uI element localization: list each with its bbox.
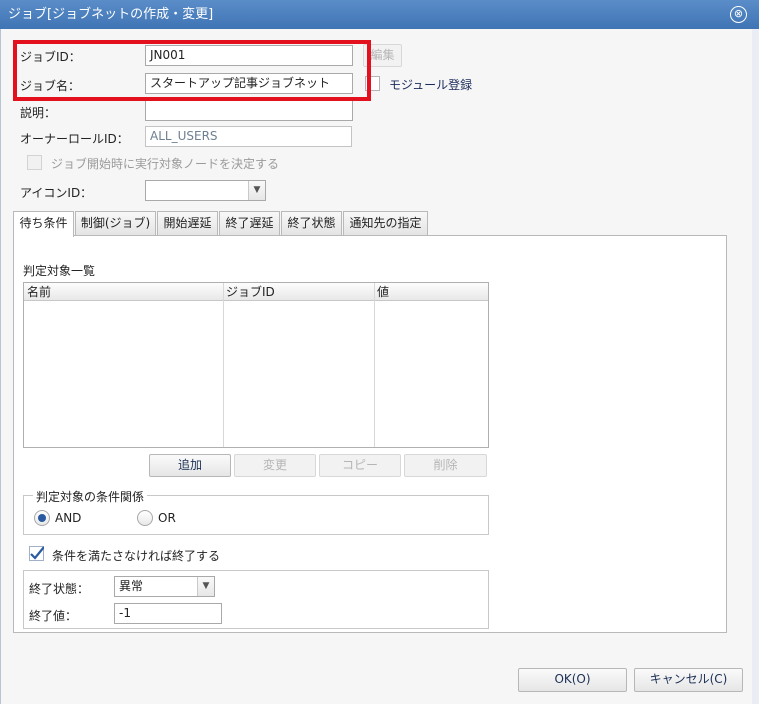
- column-divider: [223, 283, 224, 447]
- dialog-titlebar: ジョブ[ジョブネットの作成・変更] ⊗: [0, 0, 759, 29]
- window-edge: [752, 29, 759, 704]
- end-if-unmet-label: 条件を満たさなければ終了する: [52, 549, 221, 563]
- owner-role-field[interactable]: ALL_USERS: [145, 126, 352, 147]
- owner-role-label: オーナーロールID：: [20, 132, 129, 146]
- end-status-value: 異常: [119, 579, 144, 593]
- radio-or-label: OR: [158, 511, 176, 525]
- highlight-box: [13, 40, 371, 101]
- end-value-field[interactable]: -1: [114, 603, 222, 624]
- tab-end-status[interactable]: 終了状態: [281, 211, 342, 236]
- condition-table[interactable]: 名前 ジョブID 値: [23, 282, 489, 448]
- decide-node-checkbox[interactable]: [27, 155, 42, 170]
- end-status-label: 終了状態：: [29, 582, 90, 596]
- relation-legend: 判定対象の条件関係: [33, 488, 148, 505]
- table-header: 名前 ジョブID 値: [24, 283, 488, 301]
- module-register-label: モジュール登録: [389, 78, 473, 92]
- column-header-name[interactable]: 名前: [24, 283, 223, 301]
- tab-notification[interactable]: 通知先の指定: [343, 211, 428, 236]
- chevron-down-icon: ▼: [248, 181, 265, 200]
- delete-button[interactable]: 削除: [404, 454, 487, 477]
- column-header-value[interactable]: 値: [374, 283, 488, 301]
- radio-and[interactable]: [34, 510, 50, 526]
- description-label: 説明：: [20, 106, 57, 120]
- chevron-down-icon: ▼: [197, 577, 214, 596]
- tab-end-delay[interactable]: 終了遅延: [219, 211, 280, 236]
- cancel-button[interactable]: キャンセル(C): [634, 668, 743, 692]
- close-icon[interactable]: ⊗: [730, 6, 747, 23]
- checkmark-icon: [30, 546, 44, 560]
- end-status-select[interactable]: 異常 ▼: [114, 576, 215, 597]
- column-header-job-id[interactable]: ジョブID: [223, 283, 374, 301]
- copy-button[interactable]: コピー: [319, 454, 401, 477]
- description-field[interactable]: [145, 100, 353, 121]
- end-if-unmet-checkbox[interactable]: [29, 546, 44, 561]
- decide-node-label: ジョブ開始時に実行対象ノードを決定する: [51, 157, 280, 171]
- radio-and-label: AND: [55, 511, 82, 525]
- end-status-group: [23, 570, 489, 629]
- radio-or[interactable]: [137, 510, 153, 526]
- end-value-label: 終了値：: [29, 609, 78, 623]
- column-divider: [374, 283, 375, 447]
- dialog-title: ジョブ[ジョブネットの作成・変更]: [8, 7, 214, 22]
- icon-id-select[interactable]: ▼: [145, 180, 266, 201]
- tab-start-delay[interactable]: 開始遅延: [157, 211, 218, 236]
- modify-button[interactable]: 変更: [234, 454, 316, 477]
- add-button[interactable]: 追加: [149, 454, 231, 477]
- ok-button[interactable]: OK(O): [518, 668, 627, 692]
- tab-wait-condition[interactable]: 待ち条件: [13, 211, 74, 237]
- list-title: 判定対象一覧: [23, 264, 96, 278]
- tab-control[interactable]: 制御(ジョブ): [75, 211, 156, 236]
- icon-id-label: アイコンID：: [20, 186, 93, 200]
